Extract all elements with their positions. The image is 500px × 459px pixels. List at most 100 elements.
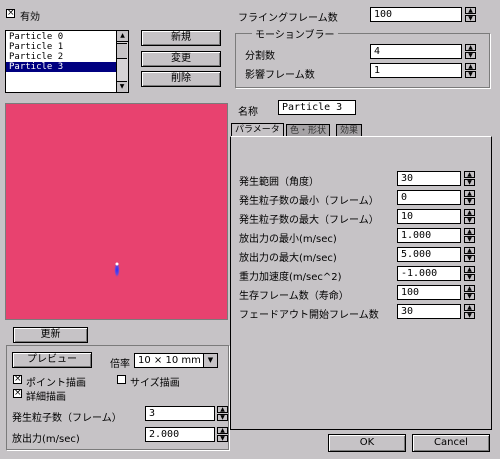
spin-down-icon[interactable]: ▼ [465, 15, 476, 22]
flying-frames-label: フライングフレーム数 [238, 13, 338, 24]
spin-up-icon[interactable]: ▲ [217, 427, 228, 434]
spin-down-icon[interactable]: ▼ [464, 312, 475, 319]
parameter-spinner[interactable]: ▲ ▼ [464, 266, 475, 281]
spin-down-icon[interactable]: ▼ [464, 217, 475, 224]
spin-down-icon[interactable]: ▼ [217, 414, 228, 421]
size-draw-checkbox[interactable] [117, 375, 126, 384]
parameters-panel: 発生範囲（角度） 30 ▲ ▼ 発生粒子数の最小（フレーム） 0 ▲ ▼ 発生粒子数の最大（フレ… [230, 136, 492, 430]
affect-frames-spinner[interactable]: ▲ ▼ [465, 63, 476, 78]
parameter-spinner[interactable]: ▲ ▼ [464, 228, 475, 243]
spin-down-icon[interactable]: ▼ [464, 198, 475, 205]
spin-up-icon[interactable]: ▲ [465, 44, 476, 51]
spin-up-icon[interactable]: ▲ [464, 190, 475, 197]
spin-up-icon[interactable]: ▲ [464, 266, 475, 273]
detail-draw-label: 詳細描画 [26, 392, 66, 403]
particle-list[interactable]: Particle 0 Particle 1 Particle 2 Particle 3… [5, 30, 129, 93]
list-item[interactable]: Particle 3 [6, 62, 118, 72]
parameter-input[interactable]: 100 [397, 285, 461, 300]
parameter-input[interactable]: 30 [397, 304, 461, 319]
parameter-input[interactable]: 30 [397, 171, 461, 186]
update-button[interactable]: 更新 [13, 327, 88, 343]
parameter-input[interactable]: 0 [397, 190, 461, 205]
spin-up-icon[interactable]: ▲ [464, 171, 475, 178]
parameter-spinner[interactable]: ▲ ▼ [464, 304, 475, 319]
spin-down-icon[interactable]: ▼ [465, 52, 476, 59]
particle-sprite-icon [114, 262, 120, 278]
scale-value: 10 × 10 mm [138, 355, 201, 366]
emit-force-input[interactable]: 2.000 [145, 427, 215, 442]
list-scrollbar[interactable]: ▲ ▼ [116, 31, 128, 92]
enabled-label: 有効 [20, 12, 40, 23]
divisions-spinner[interactable]: ▲ ▼ [465, 44, 476, 59]
emit-force-spinner[interactable]: ▲ ▼ [217, 427, 228, 442]
parameter-spinner[interactable]: ▲ ▼ [464, 171, 475, 186]
scroll-thumb[interactable] [117, 43, 127, 59]
point-draw-checkbox[interactable]: × [13, 375, 22, 384]
list-item[interactable]: Particle 1 [6, 42, 118, 52]
parameter-label: 発生範囲（角度） [239, 177, 319, 188]
change-button[interactable]: 変更 [141, 51, 221, 67]
tab-parameters[interactable]: パラメータ [231, 123, 284, 137]
emit-force-label: 放出力(m/sec) [12, 434, 80, 445]
spin-up-icon[interactable]: ▲ [464, 209, 475, 216]
spin-up-icon[interactable]: ▲ [464, 285, 475, 292]
spin-down-icon[interactable]: ▼ [464, 236, 475, 243]
parameter-label: 重力加速度(m/sec^2) [239, 272, 342, 283]
parameter-input[interactable]: 10 [397, 209, 461, 224]
delete-button[interactable]: 削除 [141, 71, 221, 87]
parameter-spinner[interactable]: ▲ ▼ [464, 247, 475, 262]
parameter-spinner[interactable]: ▲ ▼ [464, 209, 475, 224]
spin-up-icon[interactable]: ▲ [465, 63, 476, 70]
preview-canvas [5, 103, 228, 320]
parameter-row: 生存フレーム数（寿命） 100 ▲ ▼ [231, 285, 491, 302]
parameter-label: フェードアウト開始フレーム数 [239, 310, 379, 321]
scroll-down-icon[interactable]: ▼ [117, 81, 127, 92]
list-item[interactable]: Particle 2 [6, 52, 118, 62]
parameter-label: 放出力の最大(m/sec) [239, 253, 337, 264]
parameter-label: 発生粒子数の最大（フレーム） [239, 215, 379, 226]
spin-down-icon[interactable]: ▼ [464, 255, 475, 262]
spin-up-icon[interactable]: ▲ [465, 7, 476, 14]
size-draw-label: サイズ描画 [130, 378, 180, 389]
parameter-row: 発生範囲（角度） 30 ▲ ▼ [231, 171, 491, 188]
flying-frames-spinner[interactable]: ▲ ▼ [465, 7, 476, 22]
list-item[interactable]: Particle 0 [6, 32, 118, 42]
parameter-row: 放出力の最小(m/sec) 1.000 ▲ ▼ [231, 228, 491, 245]
parameter-input[interactable]: 5.000 [397, 247, 461, 262]
dropdown-arrow-icon[interactable]: ▼ [203, 354, 217, 367]
new-button[interactable]: 新規 [141, 30, 221, 46]
divisions-input[interactable]: 4 [370, 44, 462, 59]
scale-label: 倍率 [110, 359, 130, 370]
spin-down-icon[interactable]: ▼ [464, 179, 475, 186]
parameter-spinner[interactable]: ▲ ▼ [464, 285, 475, 300]
scroll-up-icon[interactable]: ▲ [117, 31, 128, 42]
parameter-row: 重力加速度(m/sec^2) -1.000 ▲ ▼ [231, 266, 491, 283]
spin-up-icon[interactable]: ▲ [464, 228, 475, 235]
flying-frames-input[interactable]: 100 [370, 7, 462, 22]
spin-up-icon[interactable]: ▲ [217, 406, 228, 413]
name-input[interactable]: Particle 3 [278, 100, 356, 115]
cancel-button[interactable]: Cancel [412, 434, 490, 452]
spin-up-icon[interactable]: ▲ [464, 247, 475, 254]
parameter-label: 放出力の最小(m/sec) [239, 234, 337, 245]
spin-down-icon[interactable]: ▼ [464, 293, 475, 300]
ok-button[interactable]: OK [328, 434, 406, 452]
scale-select[interactable]: 10 × 10 mm ▼ [134, 353, 218, 368]
spin-down-icon[interactable]: ▼ [217, 435, 228, 442]
spin-up-icon[interactable]: ▲ [464, 304, 475, 311]
emit-count-label: 発生粒子数（フレーム） [12, 413, 122, 424]
preview-button[interactable]: プレビュー [12, 352, 92, 368]
motion-blur-title: モーションブラー [252, 26, 338, 41]
parameter-input[interactable]: 1.000 [397, 228, 461, 243]
divisions-label: 分割数 [245, 51, 275, 62]
spin-down-icon[interactable]: ▼ [464, 274, 475, 281]
affect-frames-label: 影響フレーム数 [245, 70, 315, 81]
affect-frames-input[interactable]: 1 [370, 63, 462, 78]
emit-count-input[interactable]: 3 [145, 406, 215, 421]
parameter-spinner[interactable]: ▲ ▼ [464, 190, 475, 205]
emit-count-spinner[interactable]: ▲ ▼ [217, 406, 228, 421]
detail-draw-checkbox[interactable]: × [13, 389, 22, 398]
parameter-input[interactable]: -1.000 [397, 266, 461, 281]
enabled-checkbox[interactable]: × [6, 9, 15, 18]
spin-down-icon[interactable]: ▼ [465, 71, 476, 78]
